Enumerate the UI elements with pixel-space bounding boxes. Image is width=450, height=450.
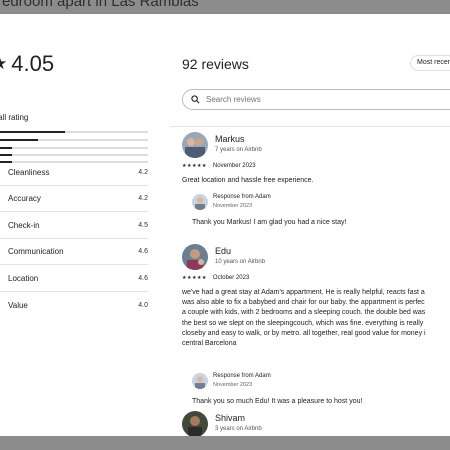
reviews-count-title: 92 reviews bbox=[182, 56, 249, 72]
review-text: we've had a great stay at Adam's appartm… bbox=[182, 289, 426, 348]
rating-bar-3 bbox=[0, 147, 148, 149]
response-text: Thank you Markus! I am glad you had a ni… bbox=[192, 219, 347, 226]
reviewer-name: Markus bbox=[215, 134, 245, 144]
listing-title-backdrop: edroom apart in Las Ramblas bbox=[0, 0, 450, 13]
sort-dropdown-button[interactable]: Most recen bbox=[410, 55, 450, 71]
host-avatar bbox=[192, 373, 208, 389]
category-value: 4.6 bbox=[138, 248, 148, 255]
category-value: 4.5 bbox=[138, 222, 148, 229]
review-stars: ★★★★★ bbox=[182, 163, 207, 169]
rating-bar-5 bbox=[0, 131, 148, 133]
category-value: 4.2 bbox=[138, 195, 148, 202]
category-check-in: Check-in 4.5 bbox=[0, 213, 148, 239]
response-date: November 2023 bbox=[213, 382, 253, 388]
reviews-list-panel: 92 reviews Most recen Markus 7 years on … bbox=[170, 14, 450, 436]
review-date: October 2023 bbox=[212, 275, 250, 281]
review-item: Shivam 3 years on Airbnb bbox=[182, 411, 450, 436]
category-label: Check-in bbox=[8, 221, 40, 230]
search-reviews-box[interactable] bbox=[182, 89, 450, 110]
review-item: Edu 10 years on Airbnb ★★★★★ October 202… bbox=[182, 244, 450, 412]
reviewer-name: Edu bbox=[215, 246, 232, 256]
response-title: Response from Adam bbox=[213, 194, 271, 200]
review-item: Markus 7 years on Airbnb ★★★★★ November … bbox=[182, 132, 450, 244]
response-date: November 2023 bbox=[213, 203, 253, 209]
reviewer-avatar[interactable] bbox=[182, 411, 208, 436]
category-value: 4.2 bbox=[138, 169, 148, 176]
host-response: Response from Adam November 2023 Thank y… bbox=[192, 373, 442, 405]
reviewer-tenure: 10 years on Airbnb bbox=[215, 259, 266, 265]
host-response: Response from Adam November 2023 Thank y… bbox=[192, 194, 442, 226]
backdrop-bottom bbox=[0, 436, 450, 450]
category-communication: Communication 4.6 bbox=[0, 239, 148, 265]
reviewer-tenure: 7 years on Airbnb bbox=[215, 147, 262, 153]
host-avatar bbox=[192, 194, 208, 210]
category-value-row: Value 4.0 bbox=[0, 292, 148, 318]
reviewer-avatar[interactable] bbox=[182, 244, 208, 270]
review-text: Great location and hassle free experienc… bbox=[182, 177, 314, 184]
category-label: Location bbox=[8, 274, 39, 283]
rating-bar-4 bbox=[0, 139, 148, 141]
category-label: Communication bbox=[8, 247, 64, 256]
category-label: Value bbox=[8, 300, 28, 310]
rating-bar-fill bbox=[0, 147, 12, 149]
star-icon: ★ bbox=[0, 54, 7, 74]
reviewer-avatar[interactable] bbox=[182, 132, 208, 158]
overall-rating-label: erall rating bbox=[0, 113, 29, 122]
rating-bar-2 bbox=[0, 154, 148, 156]
reviewer-name: Shivam bbox=[215, 413, 246, 423]
reviews-modal: ★ 4.05 erall rating Cleanliness 4.2 Accu… bbox=[0, 14, 450, 436]
review-rating-line: ★★★★★ October 2023 bbox=[182, 275, 249, 281]
reviews-divider bbox=[170, 126, 450, 127]
category-value: 4.0 bbox=[138, 301, 148, 309]
overall-rating-value: 4.05 bbox=[11, 51, 55, 76]
rating-summary: ★ 4.05 erall rating Cleanliness 4.2 Accu… bbox=[0, 14, 170, 436]
review-stars: ★★★★★ bbox=[182, 275, 207, 281]
category-label: Cleanliness bbox=[8, 168, 50, 177]
search-reviews-input[interactable] bbox=[206, 95, 406, 104]
rating-bar-fill bbox=[0, 139, 39, 141]
review-rating-line: ★★★★★ November 2023 bbox=[182, 163, 256, 169]
category-accuracy: Accuracy 4.2 bbox=[0, 186, 148, 212]
rating-bar-fill bbox=[0, 131, 66, 133]
category-label: Accuracy bbox=[8, 194, 41, 203]
reviewer-tenure: 3 years on Airbnb bbox=[215, 426, 262, 432]
response-title: Response from Adam bbox=[213, 373, 271, 379]
overall-rating-heading: ★ 4.05 bbox=[0, 51, 54, 77]
category-cleanliness: Cleanliness 4.2 bbox=[0, 160, 148, 186]
response-text: Thank you so much Edu! It was a pleasure… bbox=[192, 398, 363, 405]
category-location: Location 4.6 bbox=[0, 266, 148, 292]
category-value: 4.6 bbox=[138, 275, 148, 282]
review-date: November 2023 bbox=[212, 163, 256, 169]
rating-bar-fill bbox=[0, 154, 12, 156]
search-icon bbox=[191, 91, 200, 109]
